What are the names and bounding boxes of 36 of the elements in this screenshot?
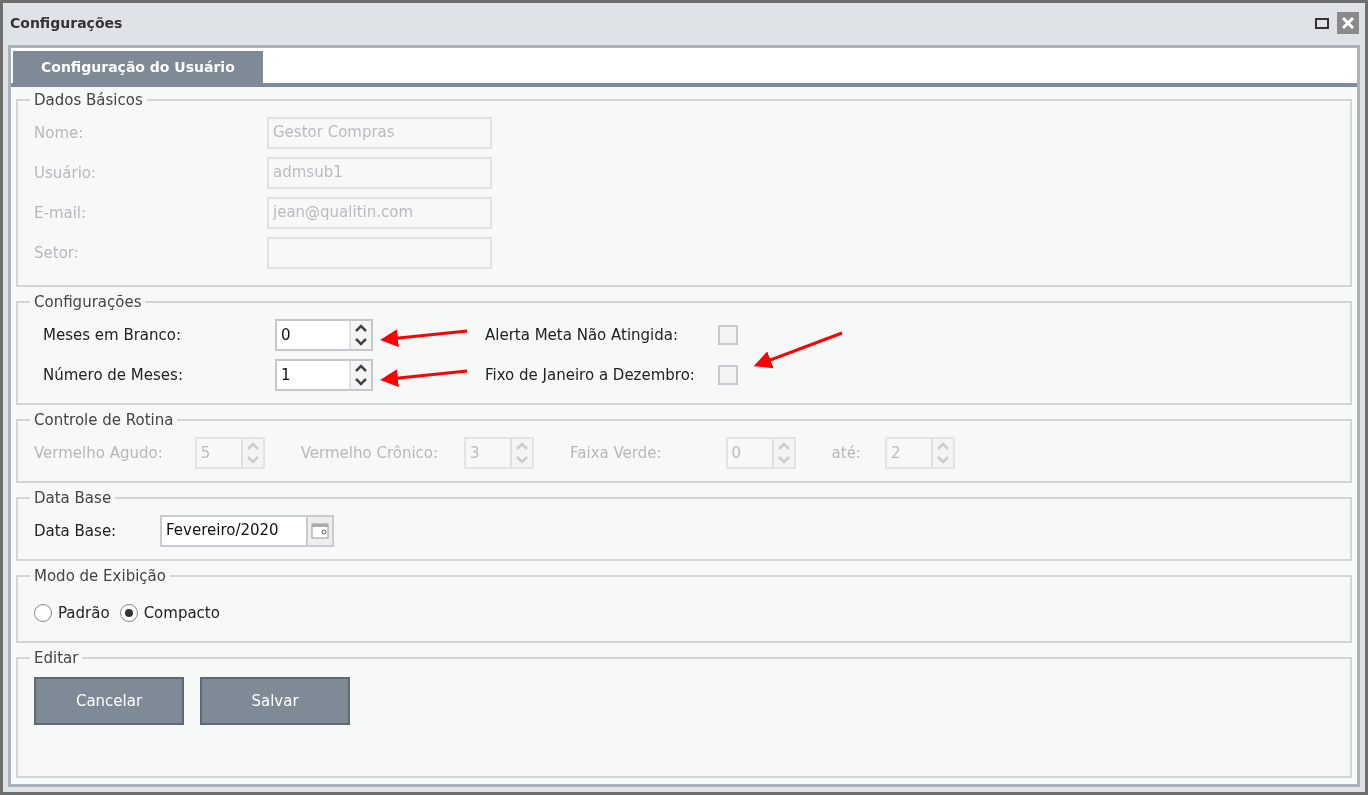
calendar-button[interactable]	[308, 515, 334, 547]
radio-label: Padrão	[58, 604, 110, 622]
tab[interactable]: Configuração do Usuário	[13, 51, 263, 83]
field-label: Vermelho Crônico:	[300, 444, 439, 462]
radio-button[interactable]	[119, 604, 138, 622]
field-label: Data Base:	[34, 522, 118, 540]
action-button[interactable]: Cancelar	[34, 677, 184, 725]
fieldset-legend: Data Base	[30, 489, 116, 507]
date-field[interactable]: Fevereiro/2020	[160, 515, 308, 547]
field-label: Meses em Branco:	[43, 326, 183, 344]
calendar-icon	[311, 523, 329, 539]
spinner-field[interactable]: 0	[275, 319, 373, 351]
field-label: Número de Meses:	[43, 366, 184, 384]
field-label: Nome:	[34, 124, 85, 142]
fieldset-legend: Modo de Exibição	[30, 567, 170, 585]
window-title: Configurações	[10, 15, 124, 31]
field-label: até:	[831, 444, 861, 462]
field-label: Setor:	[34, 244, 80, 262]
checkbox-label: Fixo de Janeiro a Dezembro:	[485, 366, 696, 384]
field-label: Vermelho Agudo:	[34, 444, 163, 462]
fieldset-legend: Configurações	[30, 293, 146, 311]
checkbox[interactable]	[718, 325, 738, 345]
action-button[interactable]: Salvar	[200, 677, 350, 725]
fieldset-legend: Controle de Rotina	[30, 411, 178, 429]
fieldset-legend: Dados Básicos	[30, 91, 147, 109]
radio-button[interactable]	[34, 604, 52, 622]
close-icon[interactable]	[1337, 12, 1359, 34]
field-label: Faixa Verde:	[570, 444, 662, 462]
radio-label: Compacto	[143, 604, 220, 622]
fieldset-legend: Editar	[30, 649, 83, 667]
field-label: Usuário:	[34, 164, 98, 182]
field-label: E-mail:	[34, 204, 88, 222]
checkbox-label: Alerta Meta Não Atingida:	[485, 326, 680, 344]
maximize-icon[interactable]	[1315, 17, 1329, 29]
spinner-field[interactable]: 1	[275, 359, 373, 391]
checkbox[interactable]	[718, 365, 738, 385]
